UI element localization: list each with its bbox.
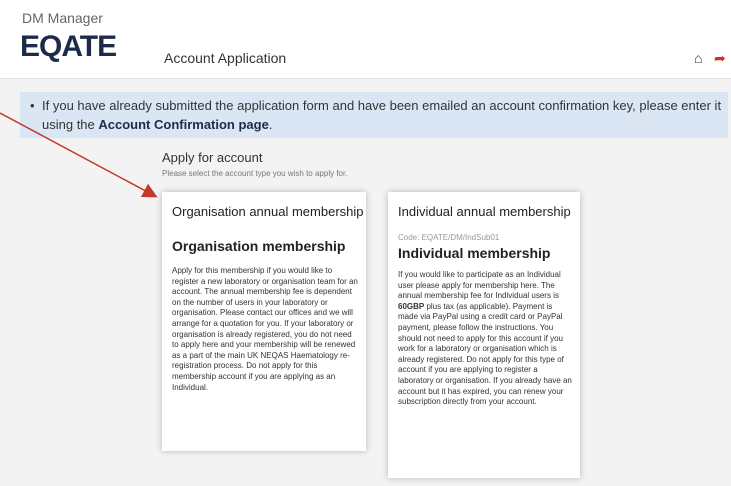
page-title: Account Application [164, 50, 287, 66]
account-confirmation-link[interactable]: Account Confirmation page [98, 117, 268, 132]
apply-title: Apply for account [162, 150, 263, 165]
banner-text: If you have already submitted the applic… [42, 98, 722, 113]
banner-text-line2: using the Account Confirmation page. [42, 115, 272, 134]
card-description: Apply for this membership if you would l… [172, 266, 358, 392]
banner-prefix: using the [42, 117, 99, 132]
card-description: If you would like to participate as an I… [398, 270, 573, 408]
header: DM Manager EQATE Account Application ⌂ ➦ [0, 0, 731, 79]
description-pre: If you would like to participate as an I… [398, 270, 561, 301]
organisation-membership-card[interactable]: Organisation annual membership Organisat… [162, 192, 366, 451]
logout-icon[interactable]: ➦ [714, 50, 726, 67]
card-title: Organisation membership [172, 238, 346, 254]
card-title: Individual membership [398, 245, 551, 261]
banner-suffix: . [268, 117, 273, 132]
description-post: plus tax (as applicable). Payment is mad… [398, 301, 572, 407]
individual-membership-card[interactable]: Individual annual membership Code: EQATE… [388, 192, 580, 478]
card-heading: Organisation annual membership [172, 204, 364, 219]
app-name: DM Manager [22, 10, 103, 26]
apply-subtitle: Please select the account type you wish … [162, 169, 348, 178]
info-banner: • If you have already submitted the appl… [20, 92, 728, 138]
card-heading: Individual annual membership [398, 204, 571, 219]
home-icon[interactable]: ⌂ [694, 50, 702, 66]
logo: EQATE [20, 30, 117, 63]
bullet: • [30, 98, 35, 113]
fee-amount: 60GBP [398, 301, 425, 311]
card-code: Code: EQATE/DM/IndSub01 [398, 233, 500, 242]
